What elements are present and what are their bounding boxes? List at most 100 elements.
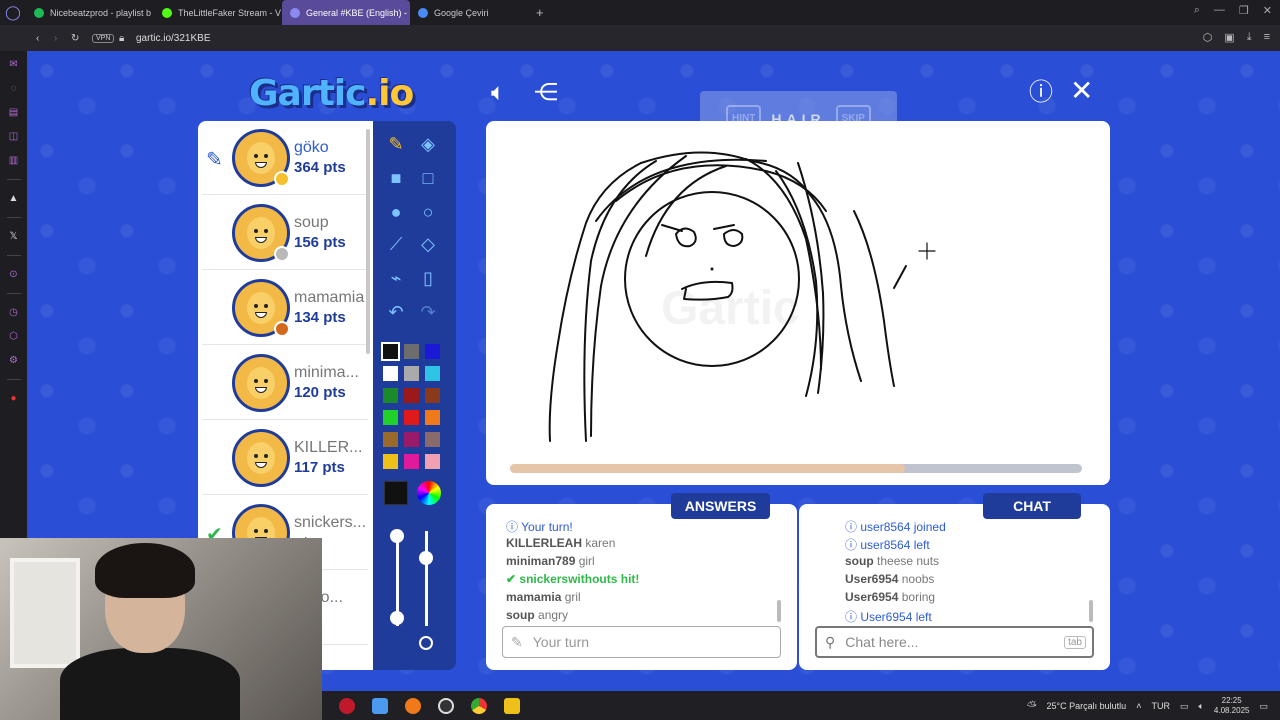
brush-size-knob-low[interactable] <box>390 611 404 625</box>
info-icon[interactable]: ⓘ <box>1029 81 1053 105</box>
reload-icon[interactable]: ↻ <box>71 33 79 44</box>
mail-icon[interactable]: ▥ <box>9 155 18 166</box>
color-swatch[interactable] <box>404 344 419 359</box>
ellipse-tool-icon[interactable]: ○ <box>417 201 439 223</box>
aria-icon[interactable]: ▲ <box>9 193 19 204</box>
color-swatch[interactable] <box>383 410 398 425</box>
color-swatch[interactable] <box>425 388 440 403</box>
maximize-icon[interactable]: ❐ <box>1239 4 1249 17</box>
eyedropper-tool-icon[interactable]: ⌁ <box>385 267 407 289</box>
snapshot-icon[interactable]: ▣ <box>1224 31 1234 44</box>
browser-tab[interactable]: Nicebeatzprod - playlist b <box>26 0 154 25</box>
chat-title[interactable]: CHAT <box>983 493 1081 519</box>
player-row[interactable]: minima... 120 pts <box>202 346 368 420</box>
opera-gx-icon[interactable]: ● <box>10 393 16 404</box>
share-icon[interactable]: ⋲ <box>534 81 558 105</box>
color-swatch[interactable] <box>404 454 419 469</box>
opera-taskbar-icon[interactable] <box>339 697 355 714</box>
new-page-icon[interactable]: ▯ <box>417 267 439 289</box>
download-icon[interactable]: ⤓ <box>1247 31 1252 44</box>
minimize-icon[interactable]: — <box>1214 4 1225 17</box>
close-window-icon[interactable]: ✕ <box>1263 4 1272 17</box>
back-icon[interactable]: ‹ <box>36 33 39 44</box>
answers-title[interactable]: ANSWERS <box>671 493 770 519</box>
chat-scrollbar[interactable] <box>1089 600 1093 622</box>
chat-input[interactable]: ⚲ Chat here... tab <box>815 626 1094 658</box>
browser-tab[interactable]: General #KBE (English) - <box>282 0 410 25</box>
color-swatch[interactable] <box>425 366 440 381</box>
color-swatch[interactable] <box>425 454 440 469</box>
sound-icon[interactable]: 🔈︎ <box>491 81 505 105</box>
color-swatch[interactable] <box>425 410 440 425</box>
filled-ellipse-tool-icon[interactable]: ● <box>385 201 407 223</box>
filled-rect-tool-icon[interactable]: ■ <box>385 167 407 189</box>
color-swatch[interactable] <box>404 410 419 425</box>
color-swatch[interactable] <box>425 432 440 447</box>
current-color-swatch[interactable] <box>384 481 408 505</box>
extensions-icon[interactable]: ⬡ <box>1203 31 1213 44</box>
messenger-icon[interactable]: ✉ <box>9 59 17 70</box>
volume-icon[interactable]: 🔈︎ <box>1198 701 1203 712</box>
new-tab-button[interactable]: + <box>536 5 544 20</box>
vpn-badge[interactable]: VPN <box>92 33 115 43</box>
tray-chevron-icon[interactable]: ˄ <box>1136 701 1141 711</box>
opera-menu-icon[interactable]: ◯ <box>0 0 26 25</box>
extensions-sidebar-icon[interactable]: ⬡ <box>9 331 18 342</box>
color-swatch[interactable] <box>383 366 398 381</box>
gartic-logo[interactable]: Gartic.io <box>249 73 414 114</box>
opacity-slider[interactable] <box>425 531 428 626</box>
color-swatch[interactable] <box>404 388 419 403</box>
redo-icon[interactable]: ↷ <box>417 301 439 323</box>
color-swatch[interactable] <box>404 432 419 447</box>
network-icon[interactable]: ▭ <box>1180 701 1189 712</box>
url-field[interactable]: gartic.io/321KBE <box>136 33 211 44</box>
rect-tool-icon[interactable]: □ <box>417 167 439 189</box>
brush-size-knob[interactable] <box>390 529 404 543</box>
obs-icon[interactable] <box>438 697 454 714</box>
x-icon[interactable]: 𝕏 <box>9 231 17 242</box>
eraser-tool-icon[interactable]: ◈ <box>417 133 439 155</box>
settings-icon[interactable]: ⚙ <box>9 355 18 366</box>
search-tabs-icon[interactable]: ⌕ <box>1194 4 1200 17</box>
opacity-knob[interactable] <box>419 551 433 565</box>
weather-text[interactable]: 25°C Parçalı bulutlu <box>1047 701 1127 711</box>
browser-tab[interactable]: Google Çeviri <box>410 0 530 25</box>
close-icon[interactable]: ✕ <box>1070 77 1093 105</box>
drawing-canvas[interactable]: Gartic <box>486 121 1110 485</box>
start-icon[interactable] <box>372 697 388 714</box>
answers-scrollbar[interactable] <box>777 600 781 622</box>
browser-tab[interactable]: TheLittleFaker Stream - V <box>154 0 282 25</box>
fill-tool-icon[interactable]: ◇ <box>417 233 439 255</box>
forward-icon[interactable]: › <box>54 33 57 44</box>
color-swatch[interactable] <box>383 454 398 469</box>
menu-icon[interactable]: ≡ <box>1264 31 1270 44</box>
file-explorer-icon[interactable] <box>504 697 520 714</box>
answer-input[interactable]: ✎ Your turn <box>502 626 781 658</box>
player-row[interactable]: KILLER... 117 pts <box>202 421 368 495</box>
ai-icon[interactable]: ◌ <box>11 83 17 94</box>
undo-icon[interactable]: ↶ <box>385 301 407 323</box>
opacity-knob-low[interactable] <box>419 636 433 650</box>
color-swatch[interactable] <box>404 366 419 381</box>
color-swatch[interactable] <box>381 342 400 361</box>
line-tool-icon[interactable]: ⟋ <box>385 233 407 255</box>
player-row[interactable]: mamamia 134 pts <box>202 271 368 345</box>
firefox-icon[interactable] <box>405 697 421 714</box>
player-icon[interactable]: ⊙ <box>9 269 17 280</box>
player-list-scrollbar[interactable] <box>366 129 370 354</box>
pencil-tool-icon[interactable]: ✎ <box>385 133 407 155</box>
history-icon[interactable]: ◷ <box>9 307 18 318</box>
language-indicator[interactable]: TUR <box>1151 701 1170 711</box>
chrome-icon[interactable] <box>471 697 487 714</box>
color-swatch[interactable] <box>383 432 398 447</box>
notifications-icon[interactable]: ▭ <box>1259 701 1268 712</box>
player-row[interactable]: ✎ göko 364 pts <box>202 121 368 195</box>
instagram-icon[interactable]: ◫ <box>9 131 18 142</box>
clock[interactable]: 22:25 4.08.2025 <box>1214 696 1250 716</box>
color-picker-icon[interactable] <box>417 481 441 505</box>
player-row[interactable]: soup 156 pts <box>202 196 368 270</box>
color-swatch[interactable] <box>383 388 398 403</box>
workspace-icon[interactable]: ▤ <box>9 107 18 118</box>
weather-icon[interactable]: ⛅︎ <box>1027 699 1037 714</box>
color-swatch[interactable] <box>425 344 440 359</box>
